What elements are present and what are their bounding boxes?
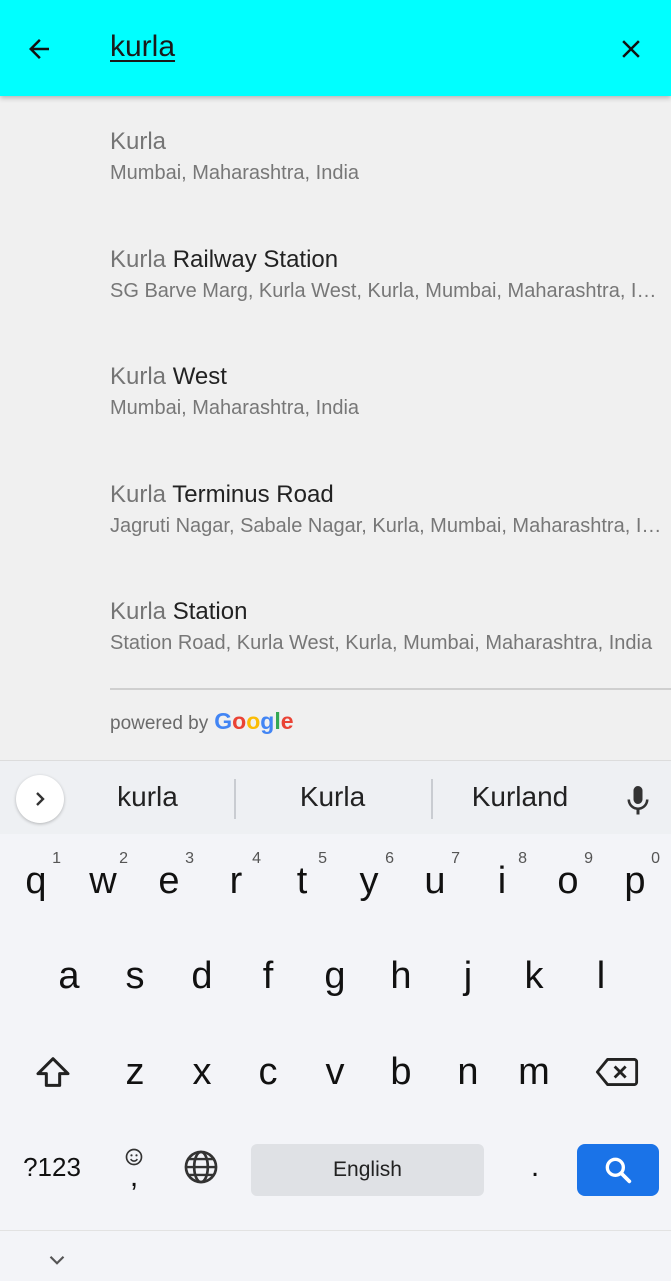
key-b[interactable]: b	[368, 1027, 434, 1117]
key-r[interactable]: 4r	[203, 836, 269, 926]
key-a[interactable]: a	[36, 931, 102, 1021]
result-item-kurla-railway-station[interactable]: Kurla Railway Station SG Barve Marg, Kur…	[110, 246, 671, 303]
key-j[interactable]: j	[435, 931, 501, 1021]
key-u[interactable]: 7u	[402, 836, 468, 926]
on-screen-keyboard: 1q 2w 3e 4r 5t 6y 7u 8i 9o 0p a s d f g …	[0, 834, 671, 1230]
microphone-icon[interactable]	[620, 781, 656, 821]
result-title: Kurla Terminus Road	[110, 481, 334, 508]
suggestion-separator	[431, 779, 433, 819]
globe-icon	[184, 1150, 218, 1184]
key-d[interactable]: d	[169, 931, 235, 1021]
search-bar: kurla	[0, 0, 671, 96]
language-key[interactable]	[168, 1122, 234, 1212]
autocomplete-results: Kurla Mumbai, Maharashtra, India Kurla R…	[0, 96, 671, 760]
result-subtitle: SG Barve Marg, Kurla West, Kurla, Mumbai…	[110, 280, 666, 302]
result-title: Kurla	[110, 128, 167, 155]
backspace-key[interactable]	[580, 1027, 654, 1117]
space-bar[interactable]: English	[251, 1144, 484, 1196]
key-w[interactable]: 2w	[70, 836, 136, 926]
suggestion-separator	[234, 779, 236, 819]
result-subtitle: Station Road, Kurla West, Kurla, Mumbai,…	[110, 632, 653, 654]
hide-keyboard-icon[interactable]	[44, 1247, 70, 1273]
result-item-kurla-west[interactable]: Kurla West Mumbai, Maharashtra, India	[110, 363, 671, 420]
key-e[interactable]: 3e	[136, 836, 202, 926]
key-x[interactable]: x	[169, 1027, 235, 1117]
symbols-key[interactable]: ?123	[10, 1122, 94, 1212]
key-k[interactable]: k	[501, 931, 567, 1021]
result-title: Kurla West	[110, 363, 227, 390]
key-q[interactable]: 1q	[3, 836, 69, 926]
key-c[interactable]: c	[235, 1027, 301, 1117]
key-o[interactable]: 9o	[535, 836, 601, 926]
powered-by-text: powered by	[110, 713, 209, 734]
result-title: Kurla Railway Station	[110, 246, 339, 273]
result-title: Kurla Station	[110, 598, 248, 625]
shift-key[interactable]	[18, 1027, 88, 1117]
suggestion-3[interactable]: Kurland	[455, 781, 585, 813]
close-icon	[622, 40, 640, 58]
result-subtitle: Jagruti Nagar, Sabale Nagar, Kurla, Mumb…	[110, 515, 666, 537]
result-subtitle: Mumbai, Maharashtra, India	[110, 397, 360, 419]
key-v[interactable]: v	[302, 1027, 368, 1117]
key-h[interactable]: h	[368, 931, 434, 1021]
key-n[interactable]: n	[435, 1027, 501, 1117]
results-divider	[110, 688, 671, 690]
key-i[interactable]: 8i	[469, 836, 535, 926]
shift-icon	[36, 1057, 70, 1087]
keyboard-nav-bar	[0, 1230, 671, 1281]
key-z[interactable]: z	[102, 1027, 168, 1117]
key-l[interactable]: l	[568, 931, 634, 1021]
arrow-left-icon	[29, 39, 49, 59]
key-m[interactable]: m	[501, 1027, 567, 1117]
backspace-icon	[595, 1058, 639, 1086]
key-t[interactable]: 5t	[269, 836, 335, 926]
result-item-kurla[interactable]: Kurla Mumbai, Maharashtra, India	[110, 128, 671, 185]
back-button[interactable]	[18, 28, 60, 70]
clear-search-button[interactable]	[610, 28, 652, 70]
google-logo: Google	[214, 708, 294, 734]
comma-key[interactable]: ,	[104, 1122, 164, 1212]
powered-by-google: powered by Google	[110, 708, 294, 735]
result-item-kurla-terminus-road[interactable]: Kurla Terminus Road Jagruti Nagar, Sabal…	[110, 481, 671, 538]
search-icon	[605, 1157, 632, 1184]
keyboard-suggestion-strip: kurla Kurla Kurland	[0, 760, 671, 835]
suggestion-2[interactable]: Kurla	[270, 781, 395, 813]
expand-toolbar-button[interactable]	[16, 775, 64, 823]
suggestion-1[interactable]: kurla	[90, 781, 205, 813]
search-input[interactable]: kurla	[110, 30, 175, 64]
keyboard-search-button[interactable]	[577, 1144, 659, 1196]
key-p[interactable]: 0p	[602, 836, 668, 926]
period-key[interactable]: .	[502, 1122, 568, 1212]
key-f[interactable]: f	[235, 931, 301, 1021]
result-subtitle: Mumbai, Maharashtra, India	[110, 162, 360, 184]
key-g[interactable]: g	[302, 931, 368, 1021]
chevron-right-icon	[36, 792, 45, 806]
result-item-kurla-station[interactable]: Kurla Station Station Road, Kurla West, …	[110, 598, 671, 655]
key-s[interactable]: s	[102, 931, 168, 1021]
key-y[interactable]: 6y	[336, 836, 402, 926]
